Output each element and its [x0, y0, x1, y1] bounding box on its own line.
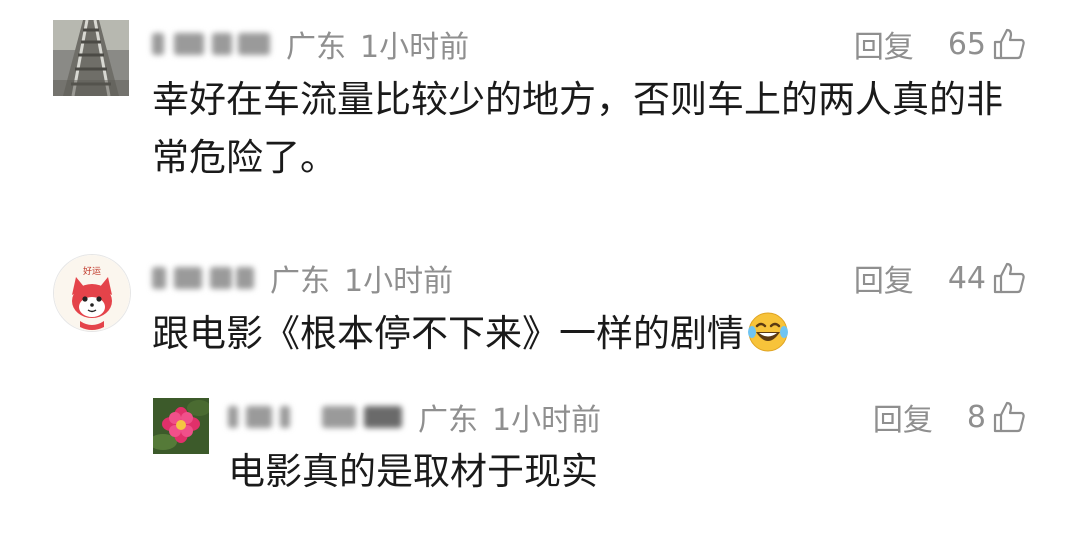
thumbs-up-icon[interactable] — [992, 261, 1026, 295]
avatar[interactable] — [53, 20, 129, 96]
thumbs-up-icon[interactable] — [992, 400, 1026, 434]
railway-track-photo-icon — [53, 20, 129, 96]
timestamp: 1小时前 — [360, 30, 470, 65]
comment-actions: 回复 44 — [854, 253, 1026, 303]
comment-actions: 回复 65 — [854, 19, 1026, 69]
comment-text-line-2: 常危险了。 — [152, 136, 337, 179]
location-label: 广东 — [270, 264, 330, 299]
thumbs-up-icon[interactable] — [992, 27, 1026, 61]
comment-1: 广东 1小时前 回复 65 幸好在车流量比较少的地方，否则车上的两人真的非 常危… — [0, 0, 1080, 200]
username-blurred[interactable] — [152, 33, 272, 55]
cartoon-fox-avatar-icon: 好运 — [54, 255, 130, 331]
reply-button[interactable]: 回复 — [854, 22, 914, 66]
comment-text-line-1: 幸好在车流量比较少的地方，否则车上的两人真的非 — [152, 78, 1003, 121]
comment-reply: 广东 1小时前 回复 8 电影真的是取材于现实 — [0, 392, 1080, 502]
red-flower-photo-icon — [153, 398, 209, 454]
comment-meta: 广东 1小时前 — [152, 253, 453, 303]
reply-button[interactable]: 回复 — [854, 256, 914, 300]
avatar-caption: 好运 — [83, 265, 101, 277]
timestamp: 1小时前 — [344, 264, 454, 299]
comment-actions: 回复 8 — [873, 392, 1026, 442]
comment-text: 跟电影《根本停不下来》一样的剧情 — [152, 306, 790, 362]
comment-2: 好运 广东 1小时前 回复 44 跟电影《根本停不下来》一样的剧情 — [0, 250, 1080, 380]
like-count: 65 — [947, 26, 986, 62]
comment-text: 电影真的是取材于现实 — [228, 450, 598, 493]
username-blurred[interactable] — [152, 267, 256, 289]
reply-button[interactable]: 回复 — [873, 395, 933, 439]
comment-meta: 广东 1小时前 — [228, 392, 601, 442]
comment-text-content: 跟电影《根本停不下来》一样的剧情 — [152, 312, 744, 355]
location-label: 广东 — [286, 30, 346, 65]
username-blurred[interactable] — [228, 406, 404, 428]
avatar[interactable]: 好运 — [53, 254, 131, 332]
like-count: 44 — [947, 260, 986, 296]
like-count: 8 — [966, 399, 986, 435]
avatar[interactable] — [153, 398, 209, 454]
laughing-crying-emoji-icon — [746, 310, 790, 354]
comment-meta: 广东 1小时前 — [152, 19, 469, 69]
location-label: 广东 — [418, 403, 478, 438]
timestamp: 1小时前 — [492, 403, 602, 438]
